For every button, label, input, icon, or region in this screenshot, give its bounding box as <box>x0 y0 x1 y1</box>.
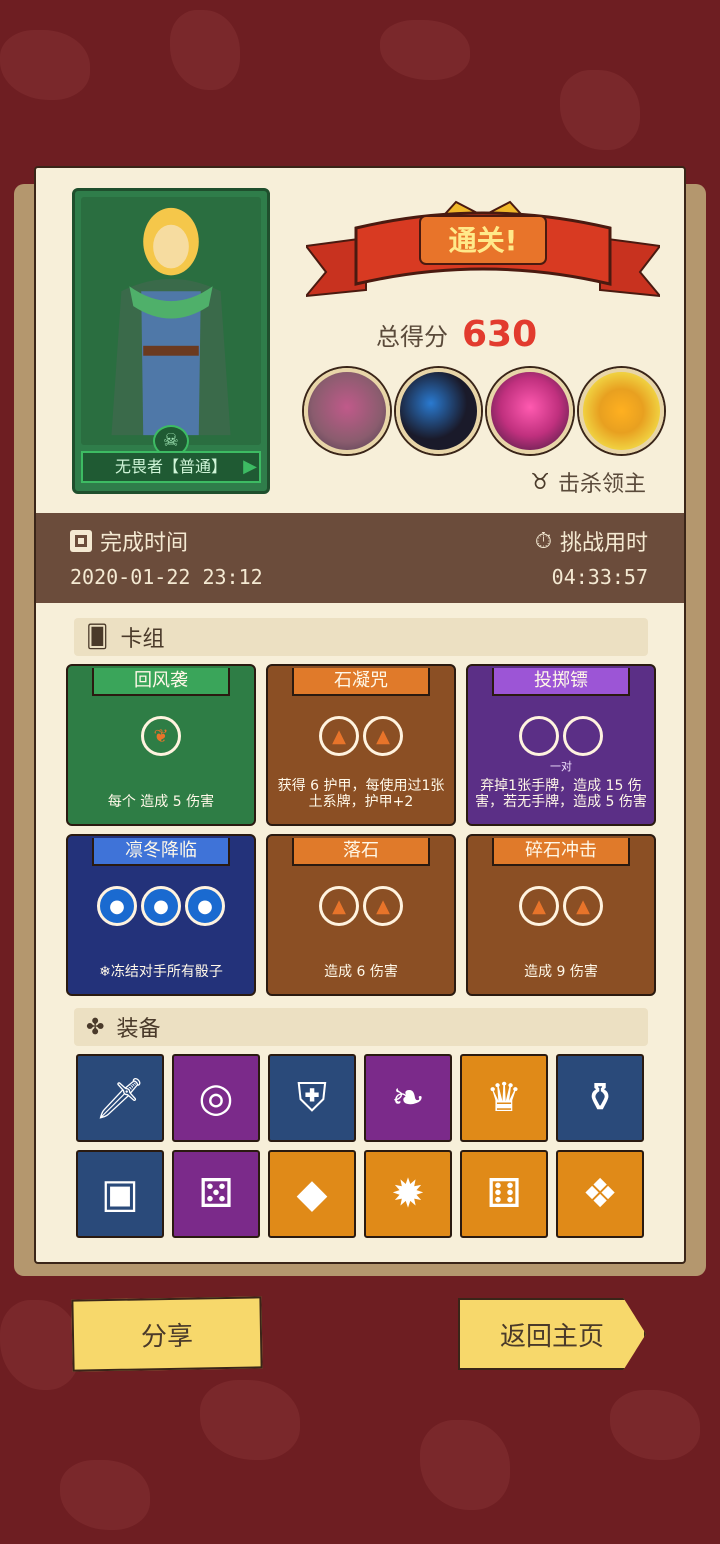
dice-icon[interactable]: ⚄ <box>172 1150 260 1238</box>
shield-icon[interactable]: ⛨ <box>268 1054 356 1142</box>
dice-slot-icon: ▲ <box>319 886 359 926</box>
card-title: 落石 <box>292 838 430 866</box>
card-subtitle: 一对 <box>550 760 572 773</box>
stopwatch-icon: ⏱ <box>534 528 552 554</box>
card-dice: ▲ ▲ <box>268 716 454 756</box>
boss-portrait[interactable] <box>578 368 664 454</box>
dice-slot-icon: ▲ <box>363 716 403 756</box>
dice-slot-icon: ▲ <box>363 886 403 926</box>
dice-slot-icon <box>563 716 603 756</box>
deck-card[interactable]: 落石 ▲ ▲ 造成 6 伤害 <box>266 834 456 996</box>
deck-section-header: 🂠 卡组 <box>74 618 648 656</box>
card-dice: ▲ ▲ <box>468 886 654 926</box>
card-title: 凛冬降临 <box>92 838 230 866</box>
card-description: ❄冻结对手所有骰子 <box>99 964 223 980</box>
dice-slot-icon: ● <box>141 886 181 926</box>
card-title: 石凝咒 <box>292 668 430 696</box>
card-description: 弃掉1张手牌，造成 15 伤害，若无手牌，造成 5 伤害 <box>475 778 647 810</box>
crystal-icon[interactable]: ❖ <box>556 1150 644 1238</box>
deck-card[interactable]: 凛冬降临 ● ● ● ❄冻结对手所有骰子 <box>66 834 256 996</box>
dice-slot-icon: ▲ <box>519 886 559 926</box>
chest-icon[interactable]: ▣ <box>76 1150 164 1238</box>
card-dice: ● ● ● <box>68 886 254 926</box>
card-title: 回风袭 <box>92 668 230 696</box>
share-button[interactable]: 分享 <box>71 1296 263 1372</box>
finish-time-value: 2020-01-22 23:12 <box>70 565 263 589</box>
finish-time-label-group: 完成时间 <box>70 525 188 557</box>
dice-slot-icon: ▲ <box>563 886 603 926</box>
victory-banner: 通关! <box>303 198 663 302</box>
spike-ball-icon[interactable]: ✹ <box>364 1150 452 1238</box>
score-label: 总得分 <box>376 322 448 351</box>
boss-portrait[interactable] <box>395 368 481 454</box>
kill-bosses-row: ♉ 击杀领主 <box>530 466 646 498</box>
hero-figure <box>111 207 231 436</box>
dice-slot-icon: ● <box>185 886 225 926</box>
deck-card[interactable]: 投掷镖一对弃掉1张手牌，造成 15 伤害，若无手牌，造成 5 伤害 <box>466 664 656 826</box>
duration-label-group: ⏱ 挑战用时 <box>535 525 648 557</box>
gem-icon[interactable]: ◆ <box>268 1150 356 1238</box>
card-description: 造成 6 伤害 <box>324 964 398 980</box>
duration-label: 挑战用时 <box>559 531 648 556</box>
card-title: 投掷镖 <box>492 668 630 696</box>
deck-title: 卡组 <box>120 627 165 652</box>
hero-name: 无畏者【普通】 <box>81 451 261 483</box>
deck-card[interactable]: 碎石冲击 ▲ ▲ 造成 9 伤害 <box>466 834 656 996</box>
next-hero-icon[interactable]: ▶ <box>243 456 257 477</box>
hero-image <box>81 197 261 445</box>
card-description: 每个 造成 5 伤害 <box>107 794 215 810</box>
home-button[interactable]: 返回主页 <box>458 1298 646 1370</box>
result-panel: ☠ ◀ 无畏者【普通】 ▶ 通关! 总得分 630 ♉ 击杀领主 完成时间 20… <box>34 166 686 1264</box>
kill-label: 击杀领主 <box>557 472 646 497</box>
score-value: 630 <box>462 313 538 355</box>
fan-icon: ✤ <box>86 1014 105 1040</box>
ring-icon[interactable]: ◎ <box>172 1054 260 1142</box>
hero-portrait[interactable]: ☠ ◀ 无畏者【普通】 ▶ <box>72 188 270 494</box>
card-dice <box>468 716 654 756</box>
card-dice: ▲ ▲ <box>268 886 454 926</box>
dice-slot-icon <box>519 716 559 756</box>
deck-card[interactable]: 石凝咒 ▲ ▲ 获得 6 护甲，每使用过1张土系牌，护甲+2 <box>266 664 456 826</box>
leaf-icon[interactable]: ❧ <box>364 1054 452 1142</box>
cards-icon: 🂠 <box>86 624 109 650</box>
equipment-section-header: ✤ 装备 <box>74 1008 648 1046</box>
boss-list <box>304 368 664 458</box>
finish-time-label: 完成时间 <box>100 531 189 556</box>
dice-slot-icon: ▲ <box>319 716 359 756</box>
fire-dice-icon[interactable]: ⚅ <box>460 1150 548 1238</box>
dice-slot-icon: ❦ <box>141 716 181 756</box>
crown-icon[interactable]: ♛ <box>460 1054 548 1142</box>
jar-icon[interactable]: ⚱ <box>556 1054 644 1142</box>
deck-card[interactable]: 回风袭 ❦ 每个 造成 5 伤害 <box>66 664 256 826</box>
card-title: 碎石冲击 <box>492 838 630 866</box>
banner-title: 通关! <box>448 224 518 257</box>
card-dice: ❦ <box>68 716 254 756</box>
dagger-icon[interactable]: 🗡 <box>76 1054 164 1142</box>
equipment-title: 装备 <box>116 1017 161 1042</box>
card-description: 造成 9 伤害 <box>524 964 598 980</box>
dice-slot-icon: ● <box>97 886 137 926</box>
boss-portrait[interactable] <box>487 368 573 454</box>
card-description: 获得 6 护甲，每使用过1张土系牌，护甲+2 <box>277 778 445 810</box>
boss-portrait[interactable] <box>304 368 390 454</box>
film-icon <box>70 530 92 552</box>
info-bar: 完成时间 2020-01-22 23:12 ⏱ 挑战用时 04:33:57 <box>36 513 684 603</box>
duration-value: 04:33:57 <box>551 565 648 589</box>
score-row: 总得分 630 <box>376 310 596 358</box>
horns-icon: ♉ <box>530 469 550 495</box>
